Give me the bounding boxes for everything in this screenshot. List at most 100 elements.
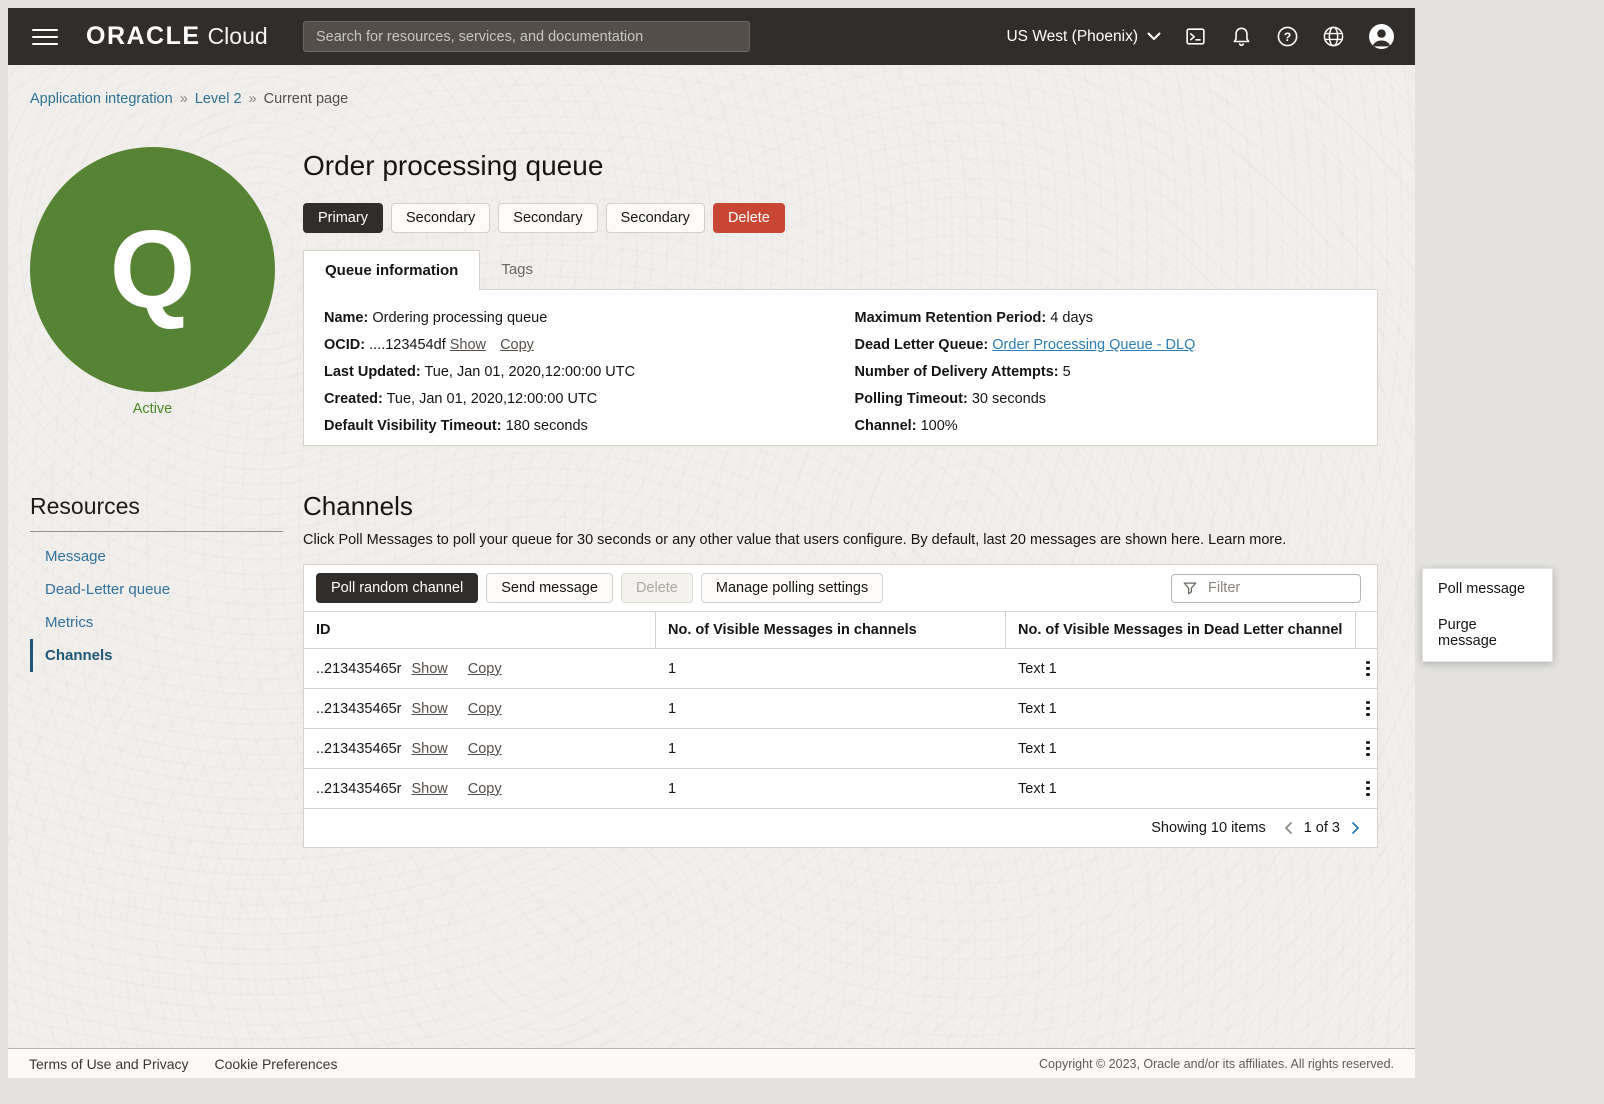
send-message-button[interactable]: Send message [486,573,613,603]
topbar: ORACLE Cloud US West (Phoenix) [8,8,1415,65]
breadcrumb: Application integration » Level 2 » Curr… [30,91,348,107]
row-context-menu: Poll message Purge message [1422,568,1553,662]
row-copy-link[interactable]: Copy [468,701,502,717]
column-header-id: ID [304,612,656,648]
poll-random-channel-button[interactable]: Poll random channel [316,573,478,603]
sidebar-item-metrics[interactable]: Metrics [30,606,283,639]
region-label: US West (Phoenix) [1006,28,1138,46]
cell-dead-letter: Text 1 [1006,661,1356,677]
user-avatar-icon[interactable] [1368,23,1395,50]
pagination-summary: Showing 10 items [1151,820,1265,836]
sidebar-item-message[interactable]: Message [30,540,283,573]
field-dead-letter-queue: Dead Letter Queue: Order Processing Queu… [855,336,1358,355]
manage-polling-settings-button[interactable]: Manage polling settings [701,573,883,603]
row-show-link[interactable]: Show [411,661,447,677]
filter-input[interactable] [1206,579,1350,597]
cloud-shell-icon[interactable] [1184,25,1207,48]
field-channel: Channel: 100% [855,417,1358,436]
row-actions-kebab-icon[interactable] [1356,735,1380,763]
pagination-page-indicator: 1 of 3 [1304,820,1340,836]
dead-letter-queue-link[interactable]: Order Processing Queue - DLQ [992,337,1195,353]
delete-channel-button[interactable]: Delete [621,573,693,603]
queue-avatar: Q [30,147,275,392]
table-row: ..213435465r Show Copy 1 Text 1 [304,649,1377,689]
cell-visible-count: 1 [656,661,1006,677]
status-badge: Active [30,401,275,417]
sidebar-item-channels[interactable]: Channels [30,639,283,672]
breadcrumb-application-integration[interactable]: Application integration [30,91,173,107]
field-last-updated: Last Updated: Tue, Jan 01, 2020,12:00:00… [324,363,827,382]
channels-heading: Channels [303,491,1378,522]
pagination-controls: 1 of 3 [1281,819,1363,837]
menu-item-poll-message[interactable]: Poll message [1423,571,1552,607]
table-row: ..213435465r Show Copy 1 Text 1 [304,769,1377,809]
row-actions-kebab-icon[interactable] [1356,695,1380,723]
secondary-button-1[interactable]: Secondary [391,203,490,233]
footer: Terms of Use and Privacy Cookie Preferen… [8,1048,1415,1078]
channels-description: Click Poll Messages to poll your queue f… [303,532,1378,548]
delete-button[interactable]: Delete [713,203,785,233]
breadcrumb-separator: » [249,91,257,107]
queue-information-panel: Name: Ordering processing queue OCID: ..… [303,289,1378,446]
page-title: Order processing queue [303,150,1378,182]
region-selector[interactable]: US West (Phoenix) [1006,28,1161,46]
cell-dead-letter: Text 1 [1006,781,1356,797]
tab-queue-information[interactable]: Queue information [303,250,480,290]
cell-visible-count: 1 [656,701,1006,717]
channels-toolbar: Poll random channel Send message Delete … [304,565,1377,611]
tab-tags[interactable]: Tags [480,250,554,289]
console-page: ORACLE Cloud US West (Phoenix) [8,8,1415,1078]
brand-cloud: Cloud [208,23,268,50]
field-polling-timeout: Polling Timeout: 30 seconds [855,390,1358,409]
resources-heading: Resources [30,493,283,520]
secondary-button-2[interactable]: Secondary [498,203,597,233]
row-actions-kebab-icon[interactable] [1356,655,1380,683]
ocid-show-link[interactable]: Show [450,337,486,353]
topbar-right-cluster: US West (Phoenix) [1006,23,1395,50]
table-row: ..213435465r Show Copy 1 Text 1 [304,729,1377,769]
queue-info-left-column: Name: Ordering processing queue OCID: ..… [324,309,827,444]
svg-text:?: ? [1284,30,1291,44]
row-copy-link[interactable]: Copy [468,661,502,677]
pagination-next-icon[interactable] [1349,819,1363,837]
menu-item-purge-message[interactable]: Purge message [1423,607,1552,659]
row-copy-link[interactable]: Copy [468,781,502,797]
ocid-copy-link[interactable]: Copy [500,337,534,353]
queue-info-right-column: Maximum Retention Period: 4 days Dead Le… [855,309,1358,444]
footer-terms-link[interactable]: Terms of Use and Privacy [29,1056,189,1072]
footer-cookie-preferences-link[interactable]: Cookie Preferences [215,1056,338,1072]
table-header-row: ID No. of Visible Messages in channels N… [304,611,1377,649]
column-header-actions [1356,612,1377,648]
language-globe-icon[interactable] [1322,25,1345,48]
cell-visible-count: 1 [656,741,1006,757]
row-show-link[interactable]: Show [411,781,447,797]
cell-dead-letter: Text 1 [1006,701,1356,717]
brand-oracle: ORACLE [86,22,201,51]
column-header-dead-letter-messages: No. of Visible Messages in Dead Letter c… [1006,612,1356,648]
filter-field[interactable] [1171,574,1361,603]
global-search-input[interactable] [303,21,750,52]
primary-button[interactable]: Primary [303,203,383,233]
help-icon[interactable]: ? [1276,25,1299,48]
sidebar-item-dead-letter-queue[interactable]: Dead-Letter queue [30,573,283,606]
hamburger-menu-icon[interactable] [32,29,58,45]
row-show-link[interactable]: Show [411,741,447,757]
pagination-prev-icon[interactable] [1281,819,1295,837]
detail-tabs: Queue information Tags [303,249,1378,289]
oracle-cloud-logo[interactable]: ORACLE Cloud [86,22,268,51]
chevron-down-icon [1147,32,1161,41]
resources-divider [30,531,283,532]
filter-funnel-icon [1182,580,1198,596]
field-number-of-delivery-attempts: Number of Delivery Attempts: 5 [855,363,1358,382]
row-copy-link[interactable]: Copy [468,741,502,757]
field-maximum-retention-period: Maximum Retention Period: 4 days [855,309,1358,328]
breadcrumb-current-page: Current page [264,91,349,107]
queue-identity: Q Active [30,147,275,417]
field-ocid: OCID: ....123454df Show Copy [324,336,827,355]
row-show-link[interactable]: Show [411,701,447,717]
breadcrumb-level-2[interactable]: Level 2 [195,91,242,107]
cell-id: ..213435465r Show Copy [304,781,656,797]
notifications-bell-icon[interactable] [1230,25,1253,48]
row-actions-kebab-icon[interactable] [1356,775,1380,803]
secondary-button-3[interactable]: Secondary [606,203,705,233]
